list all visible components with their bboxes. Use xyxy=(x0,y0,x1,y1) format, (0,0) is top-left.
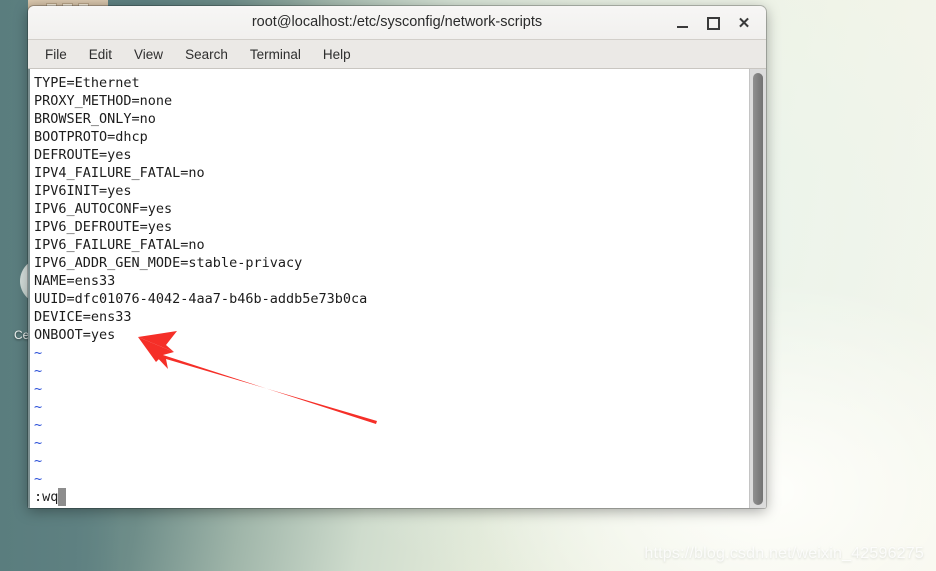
file-line: PROXY_METHOD=none xyxy=(34,93,173,109)
window-title: root@localhost:/etc/sysconfig/network-sc… xyxy=(251,14,543,30)
window-titlebar[interactable]: root@localhost:/etc/sysconfig/network-sc… xyxy=(28,6,766,40)
empty-line-marker: ~ xyxy=(34,363,43,379)
empty-line-marker: ~ xyxy=(34,435,43,451)
vim-editor-screen[interactable]: TYPE=Ethernet PROXY_METHOD=none BROWSER_ON… xyxy=(28,69,749,508)
menu-item-edit[interactable]: Edit xyxy=(78,44,123,65)
empty-line-marker: ~ xyxy=(34,381,43,397)
menu-item-help[interactable]: Help xyxy=(312,44,362,65)
watermark-text: https://blog.csdn.net/weixin_42596275 xyxy=(644,545,924,562)
menu-item-search[interactable]: Search xyxy=(174,44,239,65)
scrollbar-thumb[interactable] xyxy=(753,73,763,505)
vertical-scrollbar[interactable] xyxy=(749,69,766,508)
file-line: TYPE=Ethernet xyxy=(34,75,140,91)
empty-line-marker: ~ xyxy=(34,453,43,469)
menu-item-terminal[interactable]: Terminal xyxy=(239,44,312,65)
file-line: IPV6_DEFROUTE=yes xyxy=(34,219,173,235)
file-line: NAME=ens33 xyxy=(34,273,116,289)
minimize-button[interactable] xyxy=(670,11,694,35)
file-line: IPV6_ADDR_GEN_MODE=stable-privacy xyxy=(34,255,303,271)
empty-line-marker: ~ xyxy=(34,471,43,487)
menu-item-view[interactable]: View xyxy=(123,44,174,65)
text-cursor xyxy=(58,488,67,506)
vim-command-line[interactable]: :wq xyxy=(34,488,749,506)
file-content: TYPE=Ethernet PROXY_METHOD=none BROWSER_ON… xyxy=(34,74,749,344)
menubar[interactable]: File Edit View Search Terminal Help xyxy=(28,40,766,69)
file-line: UUID=dfc01076-4042-4aa7-b46b-addb5e73b0c… xyxy=(34,291,368,307)
file-line: BOOTPROTO=dhcp xyxy=(34,129,148,145)
close-button[interactable]: ✕ xyxy=(732,11,756,35)
empty-line-marker: ~ xyxy=(34,399,43,415)
file-line: DEFROUTE=yes xyxy=(34,147,132,163)
empty-line-marker: ~ xyxy=(34,417,43,433)
maximize-icon xyxy=(706,16,720,30)
file-line: IPV6_AUTOCONF=yes xyxy=(34,201,173,217)
command-text: :wq xyxy=(34,489,59,505)
file-line: IPV4_FAILURE_FATAL=no xyxy=(34,165,205,181)
close-icon: ✕ xyxy=(737,14,751,32)
file-line: IPV6_FAILURE_FATAL=no xyxy=(34,237,205,253)
minimize-icon xyxy=(676,26,688,28)
menu-item-file[interactable]: File xyxy=(34,44,78,65)
terminal-window[interactable]: root@localhost:/etc/sysconfig/network-sc… xyxy=(28,6,766,508)
empty-line-marker: ~ xyxy=(34,345,43,361)
file-line: IPV6INIT=yes xyxy=(34,183,132,199)
empty-line-markers: ~ ~ ~ ~ ~ ~ ~ ~ xyxy=(34,344,749,488)
maximize-button[interactable] xyxy=(701,11,725,35)
file-line: DEVICE=ens33 xyxy=(34,309,132,325)
file-line: BROWSER_ONLY=no xyxy=(34,111,156,127)
terminal-body[interactable]: TYPE=Ethernet PROXY_METHOD=none BROWSER_ON… xyxy=(28,69,766,508)
file-line: ONBOOT=yes xyxy=(34,327,116,343)
